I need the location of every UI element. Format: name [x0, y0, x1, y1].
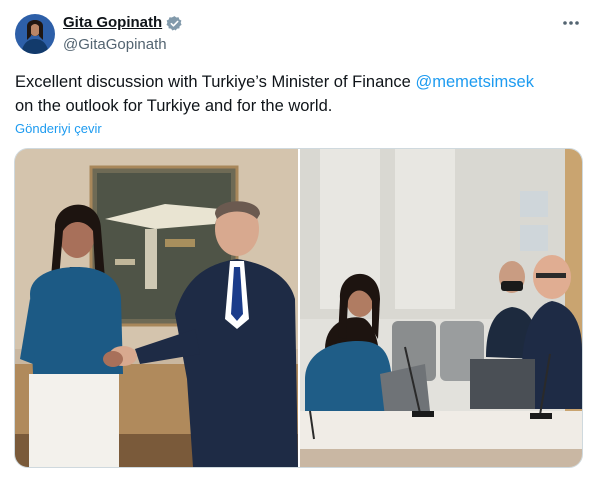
- photo-meeting[interactable]: [300, 149, 582, 467]
- tweet-text-start: Excellent discussion with Turkiye’s Mini…: [15, 73, 416, 91]
- avatar[interactable]: [15, 14, 55, 54]
- more-options-icon[interactable]: [560, 12, 582, 34]
- tweet-card: Gita Gopinath @GitaGopinath Excellent di…: [0, 0, 595, 479]
- author-handle[interactable]: @GitaGopinath: [63, 36, 167, 53]
- mention-link[interactable]: @memetsimsek: [415, 73, 534, 91]
- tweet-media: [14, 148, 583, 468]
- tweet-text-end: on the outlook for Turkiye and for the w…: [15, 97, 333, 115]
- author-name[interactable]: Gita Gopinath: [63, 14, 162, 31]
- tweet-text: Excellent discussion with Turkiye’s Mini…: [15, 70, 580, 118]
- photo-handshake[interactable]: [15, 149, 298, 467]
- verified-badge-icon: [166, 15, 183, 32]
- translate-link[interactable]: Gönderiyi çevir: [15, 121, 102, 136]
